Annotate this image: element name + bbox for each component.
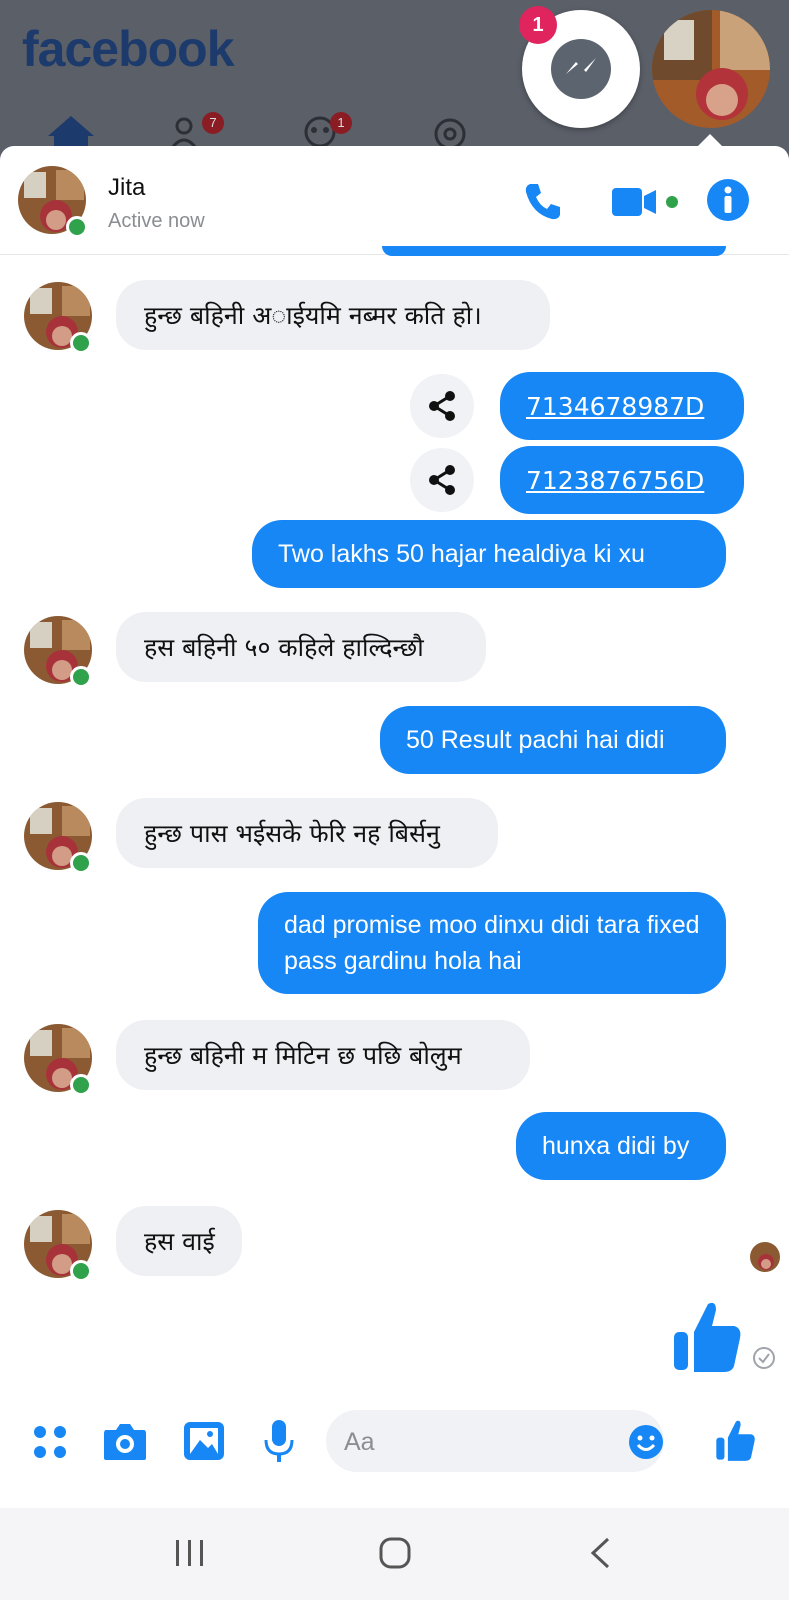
share-icon [429,465,455,495]
groups-badge: 1 [330,112,352,134]
info-icon[interactable] [706,178,750,222]
delivered-check-icon [753,1347,775,1369]
online-indicator [70,1074,92,1096]
chat-header: Jita Active now [0,146,789,255]
watch-icon[interactable] [428,116,472,148]
message-input[interactable] [326,1410,664,1472]
home-icon[interactable] [46,114,96,150]
emoji-icon[interactable] [628,1424,664,1460]
outgoing-message[interactable]: hunxa didi by [516,1112,726,1180]
message-composer: Aa [0,1400,789,1482]
contact-chat-head-avatar[interactable] [652,10,770,128]
home-icon[interactable] [378,1536,412,1570]
camera-icon[interactable] [102,1420,148,1462]
seen-avatar [750,1242,780,1272]
online-indicator [70,332,92,354]
incoming-message[interactable]: हुन्छ पास भईसके फेरि नह बिर्सनु [116,798,498,868]
messenger-badge: 1 [519,6,557,44]
microphone-icon[interactable] [262,1418,296,1464]
video-camera-icon[interactable] [612,184,682,220]
share-icon [429,391,455,421]
back-icon[interactable] [588,1536,612,1570]
incoming-message[interactable]: हस बहिनी ५० कहिले हाल्दिन्छौ [116,612,486,682]
share-button[interactable] [410,374,474,438]
outgoing-link-message[interactable]: 7134678987D [500,372,744,440]
outgoing-message[interactable]: Two lakhs 50 hajar healdiya ki xu [252,520,726,588]
online-indicator [70,852,92,874]
online-indicator [70,1260,92,1282]
previous-message-edge [382,246,726,256]
recents-icon[interactable] [174,1538,206,1568]
share-button[interactable] [410,448,474,512]
online-indicator [70,666,92,688]
like-icon[interactable] [714,1418,758,1462]
incoming-message[interactable]: हस वाई [116,1206,242,1276]
sent-like-icon[interactable] [672,1298,744,1374]
facebook-logo: facebook [22,21,235,77]
phone-icon[interactable] [522,180,564,222]
menu-dots-icon[interactable] [30,1422,70,1462]
online-indicator [66,216,88,238]
message-input-placeholder: Aa [344,1428,375,1456]
contact-status: Active now [108,210,205,232]
friends-badge: 7 [202,112,224,134]
contact-name[interactable]: Jita [108,174,145,202]
incoming-message[interactable]: हुन्छ बहिनी अाईयमि नब्मर कति हो। [116,280,550,350]
incoming-message[interactable]: हुन्छ बहिनी म मिटिन छ पछि बोलुम [116,1020,530,1090]
android-navigation-bar [0,1508,789,1600]
chat-panel: Jita Active now हुन्छ बहिनी अाईयमि नब्मर… [0,146,789,1510]
gallery-icon[interactable] [182,1420,226,1462]
outgoing-message[interactable]: dad promise moo dinxu didi tara fixed pa… [258,892,726,994]
outgoing-message[interactable]: 50 Result pachi hai didi [380,706,726,774]
outgoing-link-message[interactable]: 7123876756D [500,446,744,514]
